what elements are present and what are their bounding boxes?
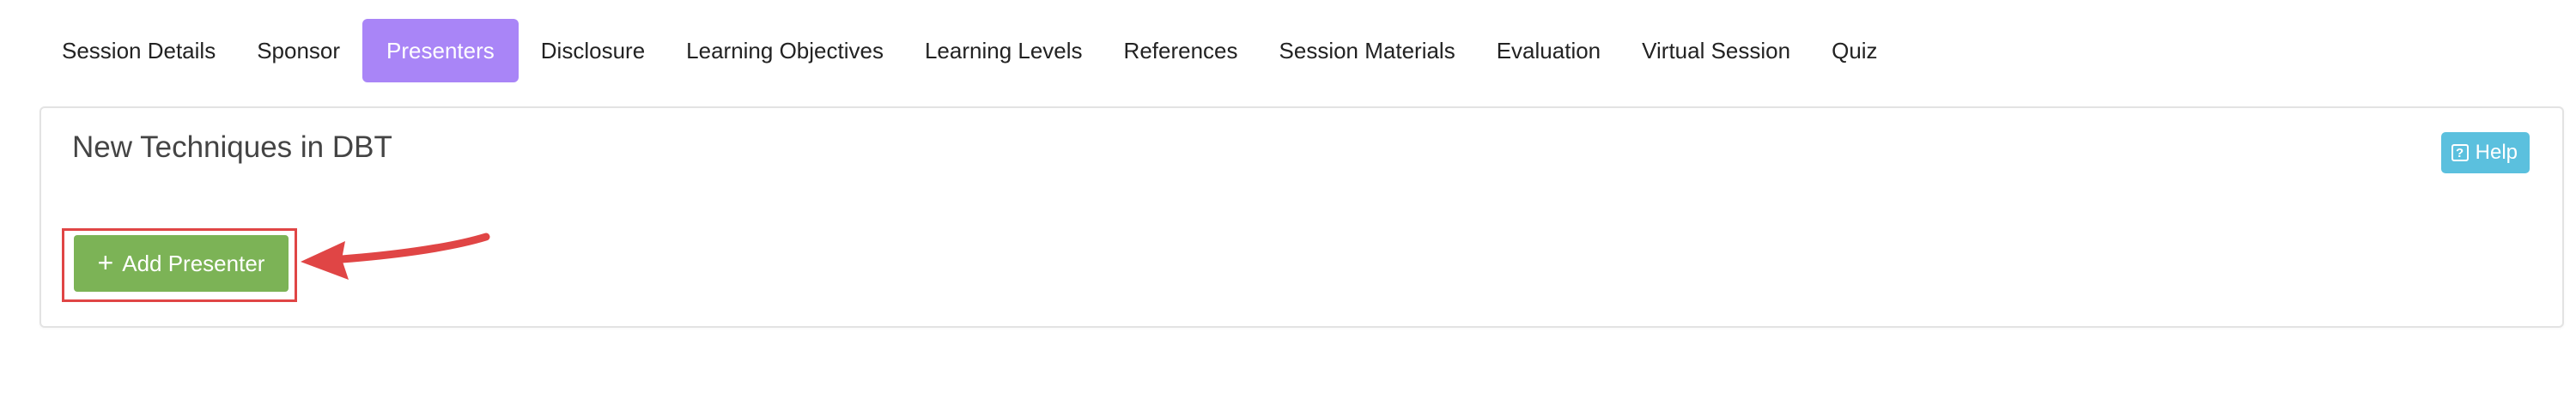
- tab-learning-objectives[interactable]: Learning Objectives: [667, 19, 902, 82]
- tab-virtual-session[interactable]: Virtual Session: [1623, 19, 1809, 82]
- add-presenter-button[interactable]: + Add Presenter: [74, 235, 289, 292]
- page-title: New Techniques in DBT: [72, 130, 392, 164]
- tab-session-details[interactable]: Session Details: [43, 19, 234, 82]
- tab-disclosure[interactable]: Disclosure: [522, 19, 664, 82]
- tab-presenters[interactable]: Presenters: [362, 19, 519, 82]
- tab-references[interactable]: References: [1105, 19, 1257, 82]
- tab-sponsor[interactable]: Sponsor: [238, 19, 359, 82]
- add-presenter-label: Add Presenter: [122, 250, 265, 276]
- tab-quiz[interactable]: Quiz: [1813, 19, 1896, 82]
- plus-icon: +: [97, 246, 114, 278]
- tab-evaluation[interactable]: Evaluation: [1478, 19, 1619, 82]
- help-icon: ?: [2451, 144, 2469, 161]
- help-button[interactable]: ? Help: [2440, 132, 2530, 173]
- presenters-panel: New Techniques in DBT ? Help + Add Prese…: [39, 106, 2564, 328]
- help-button-label: Help: [2475, 141, 2518, 164]
- tab-learning-levels[interactable]: Learning Levels: [906, 19, 1102, 82]
- tab-bar: Session Details Sponsor Presenters Discl…: [43, 19, 1897, 82]
- page: Session Details Sponsor Presenters Discl…: [0, 0, 2576, 393]
- tab-session-materials[interactable]: Session Materials: [1261, 19, 1474, 82]
